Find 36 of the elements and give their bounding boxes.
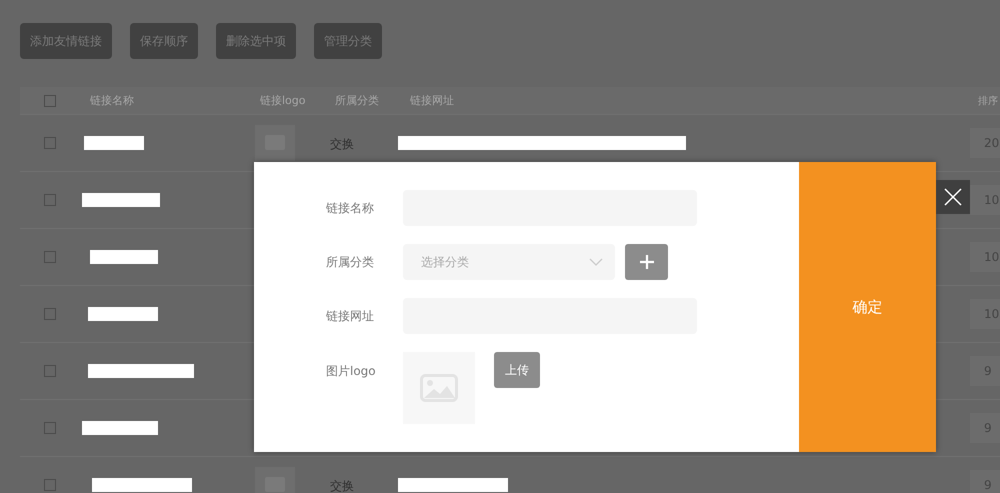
row-checkbox[interactable] (44, 137, 56, 149)
column-header: 链接logo (259, 93, 306, 108)
table-cell: 交换 (330, 137, 354, 151)
field-label: 链接名称 (326, 200, 375, 216)
confirm-button[interactable]: 确定 (799, 162, 936, 452)
plus-icon (640, 255, 654, 269)
add-button[interactable] (625, 244, 668, 280)
toolbar-button[interactable]: 删除选中项 (216, 23, 296, 59)
row-checkbox[interactable] (44, 365, 56, 377)
redaction-bar (84, 136, 144, 150)
close-icon (944, 188, 962, 206)
row-checkbox[interactable] (44, 308, 56, 320)
column-header: 链接名称 (89, 93, 135, 108)
chevron-down-icon (589, 258, 603, 266)
toolbar-button[interactable]: 添加友情链接 (20, 23, 112, 59)
table-cell: 交换 (330, 479, 354, 493)
upload-button[interactable]: 上传 (494, 352, 540, 388)
image-upload-area[interactable] (403, 352, 475, 424)
field-label: 图片logo (326, 363, 377, 380)
row-checkbox[interactable] (44, 479, 56, 491)
category-select[interactable]: 选择分类 (403, 244, 615, 280)
row-checkbox[interactable] (44, 422, 56, 434)
field-label: 所属分类 (326, 254, 375, 270)
row-checkbox[interactable] (44, 194, 56, 206)
close-button[interactable] (936, 180, 970, 214)
select-all-checkbox[interactable] (44, 94, 56, 106)
row-checkbox[interactable] (44, 251, 56, 263)
column-header: 排序 (978, 94, 998, 108)
toolbar-button[interactable]: 保存顺序 (130, 23, 198, 59)
toolbar-button[interactable]: 管理分类 (314, 23, 382, 59)
redaction-bar (88, 307, 158, 321)
image-placeholder-icon (255, 125, 295, 161)
column-header: 链接网址 (410, 93, 455, 108)
column-header: 所属分类 (335, 93, 380, 108)
field-label: 链接网址 (326, 308, 375, 324)
redaction-bar (90, 250, 158, 264)
